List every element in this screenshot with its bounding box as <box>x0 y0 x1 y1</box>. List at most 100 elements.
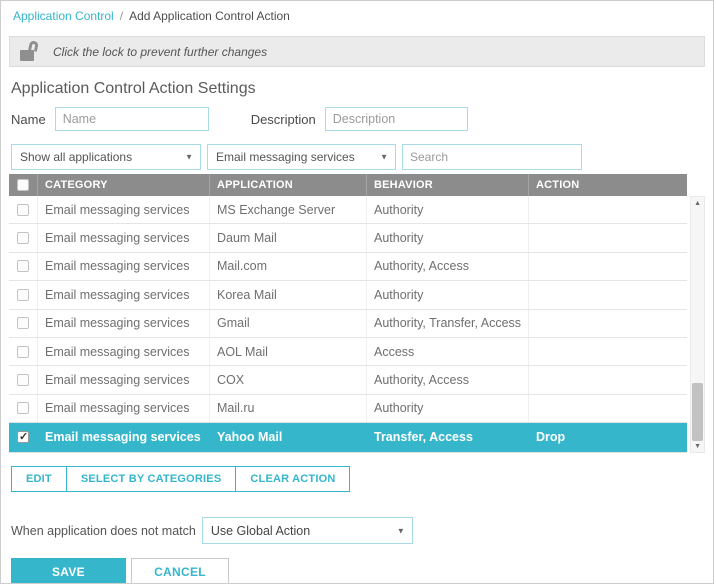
breadcrumb: Application Control / Add Application Co… <box>1 1 713 31</box>
select-all-cell <box>9 174 37 196</box>
column-header-category[interactable]: CATEGORY <box>37 174 209 196</box>
search-input[interactable] <box>402 144 582 170</box>
breadcrumb-link-application-control[interactable]: Application Control <box>13 9 114 23</box>
description-label: Description <box>251 112 316 127</box>
select-all-checkbox[interactable] <box>17 179 29 191</box>
edit-button[interactable]: EDIT <box>12 467 66 491</box>
no-match-row: When application does not match Use Glob… <box>11 517 713 544</box>
footer-buttons: SAVE CANCEL <box>11 558 713 584</box>
table-row[interactable]: Email messaging services MS Exchange Ser… <box>9 196 687 224</box>
cell-behavior: Transfer, Access <box>366 423 528 451</box>
cell-category: Email messaging services <box>37 196 209 223</box>
table-scrollbar[interactable]: ▲ ▼ <box>690 196 705 453</box>
cell-action <box>528 338 687 365</box>
cell-application: AOL Mail <box>209 338 366 365</box>
cell-behavior: Authority <box>366 395 528 422</box>
description-field[interactable] <box>325 107 468 131</box>
chevron-down-icon: ▼ <box>397 526 405 535</box>
cell-action <box>528 253 687 280</box>
cell-category: Email messaging services <box>37 310 209 337</box>
row-checkbox[interactable] <box>17 260 29 272</box>
name-label: Name <box>11 112 46 127</box>
table-header: CATEGORY APPLICATION BEHAVIOR ACTION <box>9 174 687 196</box>
table-row[interactable]: Email messaging services Daum Mail Autho… <box>9 224 687 252</box>
chevron-down-icon: ▼ <box>185 153 193 162</box>
row-checkbox[interactable] <box>17 204 29 216</box>
category-filter-dropdown[interactable]: Email messaging services ▼ <box>207 144 396 170</box>
column-header-application[interactable]: APPLICATION <box>209 174 366 196</box>
row-checkbox-cell <box>9 196 37 223</box>
cell-application: Gmail <box>209 310 366 337</box>
cell-behavior: Authority <box>366 196 528 223</box>
cell-action: Drop <box>528 423 687 451</box>
row-checkbox-cell <box>9 224 37 251</box>
scroll-down-arrow-icon[interactable]: ▼ <box>691 440 704 452</box>
scrollbar-thumb[interactable] <box>692 383 703 441</box>
category-filter-value: Email messaging services <box>216 150 355 164</box>
row-checkbox[interactable] <box>17 402 29 414</box>
table-row[interactable]: Email messaging services COX Authority, … <box>9 366 687 394</box>
row-checkbox[interactable] <box>17 346 29 358</box>
row-checkbox-cell <box>9 253 37 280</box>
breadcrumb-separator: / <box>120 9 123 23</box>
row-checkbox-cell <box>9 338 37 365</box>
show-applications-dropdown[interactable]: Show all applications ▼ <box>11 144 201 170</box>
cell-action <box>528 224 687 251</box>
table-row[interactable]: Email messaging services Mail.ru Authori… <box>9 395 687 423</box>
cell-behavior: Authority <box>366 281 528 308</box>
name-description-row: Name Description <box>11 107 713 131</box>
cell-category: Email messaging services <box>37 366 209 393</box>
row-checkbox[interactable] <box>17 289 29 301</box>
cell-action <box>528 281 687 308</box>
cell-application: COX <box>209 366 366 393</box>
row-checkbox[interactable] <box>17 232 29 244</box>
breadcrumb-current: Add Application Control Action <box>129 9 290 23</box>
cell-category: Email messaging services <box>37 281 209 308</box>
cell-action <box>528 395 687 422</box>
cell-application: Mail.com <box>209 253 366 280</box>
row-checkbox[interactable] <box>17 317 29 329</box>
no-match-label: When application does not match <box>11 524 196 538</box>
cell-behavior: Authority, Access <box>366 366 528 393</box>
table-body: Email messaging services MS Exchange Ser… <box>9 196 687 452</box>
cell-behavior: Access <box>366 338 528 365</box>
table-row[interactable]: Email messaging services Korea Mail Auth… <box>9 281 687 309</box>
cell-action <box>528 366 687 393</box>
cell-application: Daum Mail <box>209 224 366 251</box>
cell-category: Email messaging services <box>37 423 209 451</box>
table-row[interactable]: Email messaging services Gmail Authority… <box>9 310 687 338</box>
cell-behavior: Authority <box>366 224 528 251</box>
row-checkbox-cell <box>9 395 37 422</box>
lock-banner-message: Click the lock to prevent further change… <box>53 45 267 59</box>
name-field[interactable] <box>55 107 209 131</box>
row-checkbox[interactable] <box>17 374 29 386</box>
cancel-button[interactable]: CANCEL <box>131 558 229 584</box>
cell-application: Mail.ru <box>209 395 366 422</box>
save-button[interactable]: SAVE <box>11 558 126 584</box>
global-action-value: Use Global Action <box>211 524 310 538</box>
table-row[interactable]: Email messaging services AOL Mail Access <box>9 338 687 366</box>
cell-application: Yahoo Mail <box>209 423 366 451</box>
column-header-action[interactable]: ACTION <box>528 174 687 196</box>
column-header-behavior[interactable]: BEHAVIOR <box>366 174 528 196</box>
global-action-dropdown[interactable]: Use Global Action ▼ <box>202 517 413 544</box>
cell-action <box>528 310 687 337</box>
table-actions-group: EDIT SELECT BY CATEGORIES CLEAR ACTION <box>11 466 350 492</box>
row-checkbox[interactable] <box>17 431 29 443</box>
unlocked-lock-icon[interactable] <box>20 41 44 62</box>
select-by-categories-button[interactable]: SELECT BY CATEGORIES <box>66 467 236 491</box>
cell-application: MS Exchange Server <box>209 196 366 223</box>
applications-table: CATEGORY APPLICATION BEHAVIOR ACTION Ema… <box>9 174 687 453</box>
scroll-up-arrow-icon[interactable]: ▲ <box>691 197 704 209</box>
clear-action-button[interactable]: CLEAR ACTION <box>235 467 349 491</box>
filter-row: Show all applications ▼ Email messaging … <box>11 144 713 170</box>
table-row[interactable]: Email messaging services Mail.com Author… <box>9 253 687 281</box>
cell-behavior: Authority, Transfer, Access <box>366 310 528 337</box>
table-row[interactable]: Email messaging services Yahoo Mail Tran… <box>9 423 687 451</box>
show-applications-value: Show all applications <box>20 150 132 164</box>
row-checkbox-cell <box>9 423 37 451</box>
application-control-action-page: Application Control / Add Application Co… <box>0 0 714 584</box>
cell-application: Korea Mail <box>209 281 366 308</box>
cell-category: Email messaging services <box>37 253 209 280</box>
cell-behavior: Authority, Access <box>366 253 528 280</box>
